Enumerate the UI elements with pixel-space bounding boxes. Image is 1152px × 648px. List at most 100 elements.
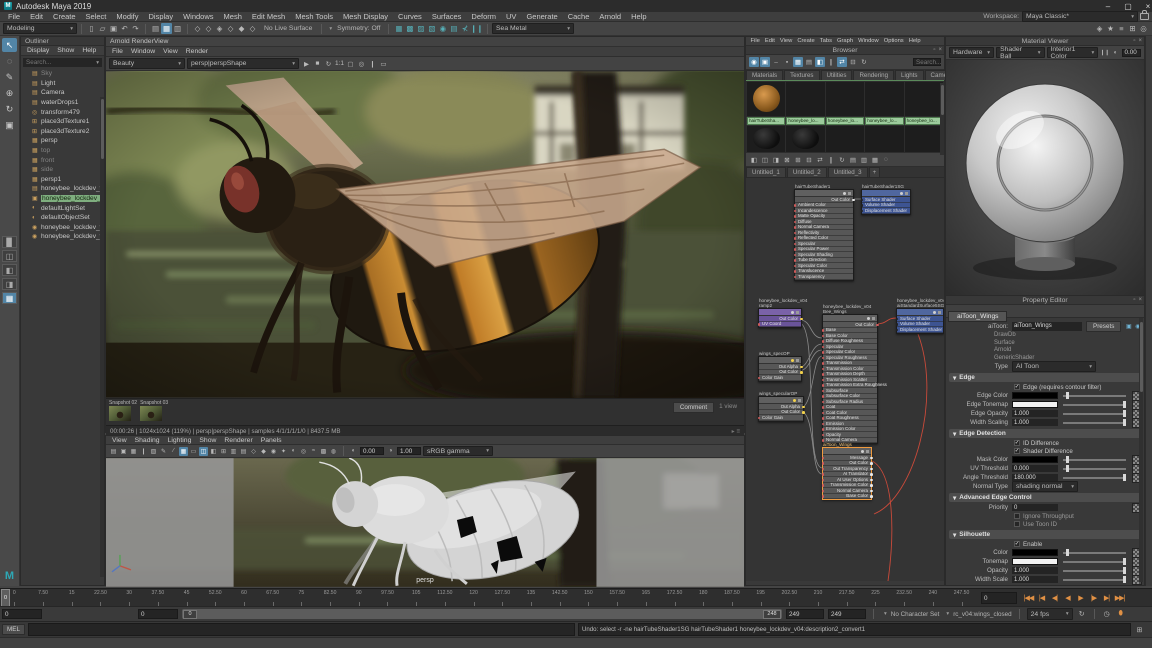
browser-tab[interactable]: Rendering — [853, 70, 895, 80]
command-input[interactable] — [27, 623, 575, 636]
menu-item[interactable]: Edit — [25, 12, 48, 21]
node-name-field[interactable]: aiToon_Wings — [1012, 321, 1082, 331]
menu-item[interactable]: Windows — [178, 12, 218, 21]
menu-item[interactable]: UV — [501, 12, 521, 21]
playback-button[interactable]: |◀ — [1035, 591, 1048, 604]
menu-item[interactable]: Generate — [521, 12, 562, 21]
auto-keyframe-icon[interactable]: ⬮ — [1116, 609, 1126, 619]
select-hierarchy-icon[interactable]: ▤ — [150, 23, 161, 34]
node-attr-row[interactable]: Color Gain — [757, 415, 803, 421]
hypershade-menu-item[interactable]: Tabs — [817, 38, 834, 44]
time-slider[interactable]: 0 7.50 15 22.50 30 37.50 45 52.50 60 67.50 75 82.50… — [0, 588, 1152, 607]
edge-tonemap-swatch[interactable] — [1012, 401, 1058, 408]
pause-icon[interactable]: ❙❙ — [470, 23, 483, 34]
select-camera-icon[interactable]: ▤ — [109, 447, 118, 456]
outliner-menu-item[interactable]: Show — [53, 47, 78, 54]
type-select[interactable]: AI Toon ▾ — [1012, 361, 1096, 372]
renderview-menu-item[interactable]: Render — [182, 48, 212, 55]
renderview-menu-item[interactable]: File — [108, 48, 127, 55]
full-mode-icon[interactable]: ▦ — [870, 155, 880, 165]
select-tool-icon[interactable]: ↖ — [2, 38, 17, 52]
material-swatch[interactable] — [786, 126, 825, 152]
menu-set-select[interactable]: Modeling ▾ — [3, 23, 77, 34]
id-difference-checkbox[interactable]: ✓ ID Difference — [946, 439, 1144, 447]
material-swatch[interactable] — [865, 82, 904, 116]
graph-selected-icon[interactable]: ⇄ — [815, 155, 825, 165]
light-editor-icon[interactable]: ▤ — [448, 23, 459, 34]
exposure-icon[interactable]: ◐ — [349, 447, 358, 456]
live-surface-label[interactable]: No Live Surface — [259, 25, 317, 32]
outliner-item[interactable]: ◉ honeybee_lockdev_v04... — [21, 223, 104, 233]
node-editor-tab[interactable]: Untitled_3 — [827, 167, 868, 177]
viewport-menu-item[interactable]: Renderer — [220, 437, 256, 444]
browser-tab[interactable]: Textures — [784, 70, 820, 80]
playback-end-field[interactable]: 249 — [786, 609, 824, 619]
layout-split-icon[interactable]: ◧ — [2, 264, 17, 276]
outliner-item[interactable]: ▤ Sky — [21, 69, 104, 79]
material-preview[interactable] — [946, 60, 1144, 296]
move-tool-icon[interactable]: ⊕ — [2, 86, 17, 100]
mv-environment-select[interactable]: Interior1 Color ▾ — [1046, 46, 1099, 60]
silhouette-opacity-slider[interactable] — [1063, 567, 1127, 574]
outliner-menu-item[interactable]: Help — [78, 47, 100, 54]
classification-link[interactable]: DrawDb — [994, 332, 1144, 340]
material-swatch[interactable] — [904, 126, 943, 152]
layout-four-icon[interactable]: ◫ — [2, 250, 17, 262]
film-gate-icon[interactable]: ▭ — [189, 447, 198, 456]
outliner-item[interactable]: ◐ defaultObjectSet — [21, 213, 104, 223]
screen-space-ao-icon[interactable]: ◎ — [299, 447, 308, 456]
add-tab-button[interactable]: + — [868, 167, 881, 177]
node-graph[interactable]: hairTubeShader1 Out Color Ambient Color I… — [746, 178, 944, 581]
character-icon[interactable]: ⊀ — [459, 23, 470, 34]
outliner-item[interactable]: ⊞ place3dTexture2 — [21, 127, 104, 137]
node-attr-row[interactable]: Displacement Shader — [860, 208, 910, 214]
exposure-field[interactable]: 0.00 — [360, 447, 384, 455]
wireframe-icon[interactable]: ◇ — [249, 447, 258, 456]
outliner-item[interactable]: ◐ defaultLightSet — [21, 203, 104, 213]
shadows-icon[interactable]: ◐ — [289, 447, 298, 456]
ipr-render-icon[interactable]: ▨ — [415, 23, 426, 34]
section-silhouette[interactable]: ▾ Silhouette — [949, 530, 1141, 539]
material-name-label[interactable]: hairTubeSha... — [747, 117, 786, 125]
simple-mode-icon[interactable]: ▤ — [848, 155, 858, 165]
outliner-item[interactable]: ◎ transform479 — [21, 107, 104, 117]
edge-tonemap-slider[interactable] — [1063, 401, 1127, 408]
material-name-label[interactable]: honeybee_lo... — [825, 117, 865, 125]
current-clip-label[interactable]: rc_v04:wings_closed — [953, 611, 1011, 618]
gamma-icon[interactable]: ◑ — [386, 447, 395, 456]
node-wings-specop[interactable]: wings_specOP Out Alpha Out Color Color Ga… — [757, 351, 803, 382]
swatch-scrollbar[interactable] — [940, 83, 944, 155]
fps-select[interactable]: 24 fps ▾ — [1026, 608, 1073, 620]
info-icon[interactable]: ❙ — [367, 58, 378, 69]
stop-render-icon[interactable]: ■ — [312, 58, 323, 69]
silhouette-tonemap-slider[interactable] — [1063, 558, 1127, 565]
menu-item[interactable]: Cache — [563, 12, 595, 21]
material-swatch[interactable] — [786, 82, 825, 116]
outliner-item[interactable]: ◉ honeybee_lockdev_v04... — [21, 232, 104, 242]
snapshot-item[interactable]: Snapshot 03 — [140, 400, 168, 424]
use-toon-id-checkbox[interactable]: Use Toon ID — [946, 520, 1144, 528]
viewport-menu-item[interactable]: Lighting — [164, 437, 196, 444]
outliner-item[interactable]: ▦ top — [21, 146, 104, 156]
viewport-menu-item[interactable]: Show — [195, 437, 220, 444]
material-swatch[interactable] — [865, 126, 904, 152]
comment-button[interactable]: Comment — [672, 402, 715, 413]
node-hairtubeshader1[interactable]: hairTubeShader1 Out Color Ambient Color I… — [793, 184, 855, 281]
priority-field[interactable]: 0 — [1012, 504, 1058, 511]
rearrange-graph-icon[interactable]: ↻ — [837, 155, 847, 165]
save-scene-icon[interactable]: ▣ — [108, 23, 119, 34]
camera-attrs-icon[interactable]: ▦ — [129, 447, 138, 456]
node-aistandardsurface5sg[interactable]: honeybee_lockdev_v04 aiStandardSurface5SG… — [895, 298, 944, 334]
section-edge[interactable]: ▾ Edge — [949, 373, 1141, 382]
silhouette-width-slider[interactable] — [1063, 576, 1127, 583]
classification-link[interactable]: Surface — [994, 340, 1144, 348]
node-attr-row[interactable]: UV Coord — [757, 321, 801, 327]
material-swatch[interactable] — [825, 126, 865, 152]
node-aitoon-wings[interactable]: aiToon_Wings Message Out Color Out Transpa… — [821, 442, 873, 500]
viewport-menu-item[interactable]: View — [108, 437, 131, 444]
output-connections-icon[interactable]: ◨ — [771, 155, 781, 165]
presets-button[interactable]: Presets — [1086, 320, 1122, 332]
menu-item[interactable]: Mesh Tools — [290, 12, 338, 21]
swatch-small-icon[interactable]: ◉ — [749, 57, 759, 67]
aov-select[interactable]: Beauty ▾ — [109, 58, 185, 69]
